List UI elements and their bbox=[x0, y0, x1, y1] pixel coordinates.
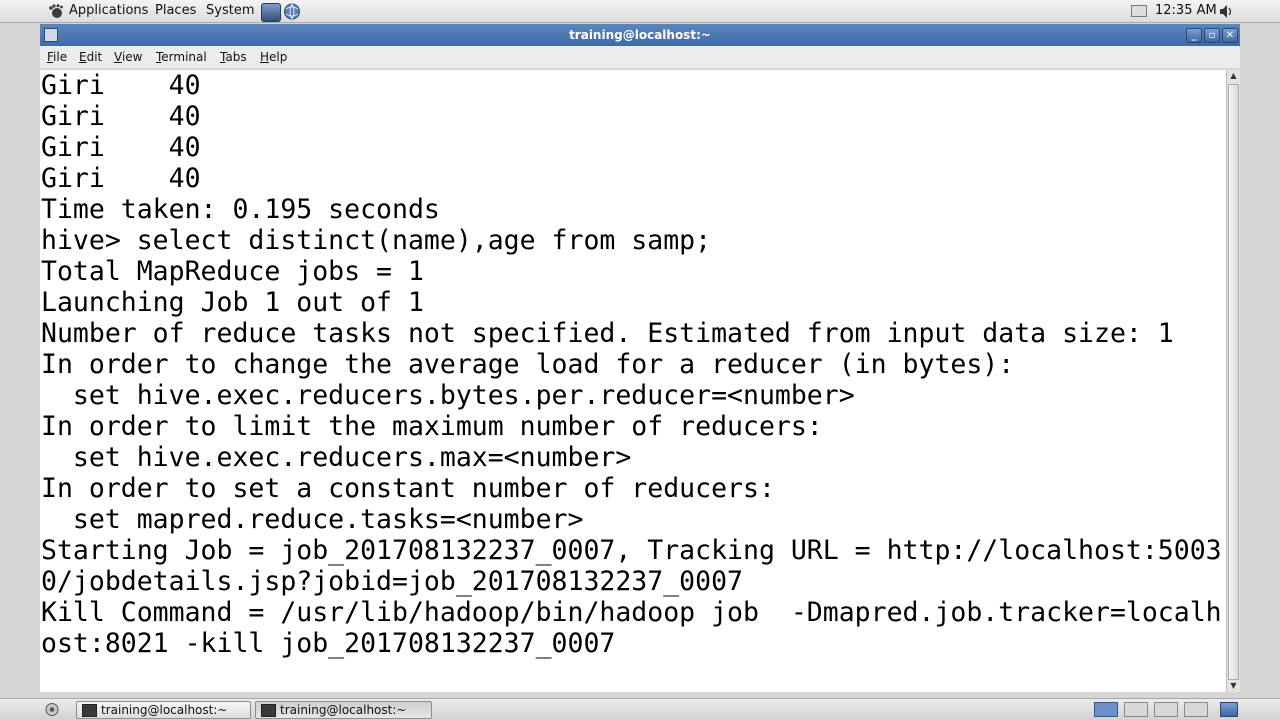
workspace-4[interactable] bbox=[1184, 702, 1208, 717]
menu-bar: File Edit View Terminal Tabs Help bbox=[40, 46, 1240, 68]
terminal-line: Number of reduce tasks not specified. Es… bbox=[41, 318, 1174, 349]
menu-terminal[interactable]: Terminal bbox=[156, 50, 207, 64]
vertical-scrollbar[interactable]: ▲ ▼ bbox=[1226, 70, 1240, 692]
terminal-line: set mapred.reduce.tasks=<number> bbox=[41, 504, 584, 535]
volume-icon[interactable] bbox=[1219, 4, 1233, 19]
top-panel: Applications Places System 12:35 AM bbox=[0, 0, 1280, 23]
taskbar-item-label: training@localhost:~ bbox=[101, 703, 228, 717]
window-menu-icon[interactable] bbox=[44, 28, 58, 42]
terminal-line: Kill Command = /usr/lib/hadoop/bin/hadoo… bbox=[41, 597, 1222, 628]
taskbar-item-active[interactable]: training@localhost:~ bbox=[255, 701, 432, 719]
web-browser-globe-icon[interactable] bbox=[283, 3, 301, 20]
taskbar-item-label: training@localhost:~ bbox=[280, 703, 407, 717]
keyboard-indicator-icon[interactable] bbox=[1131, 5, 1147, 17]
gnome-foot-icon bbox=[49, 4, 63, 18]
scroll-down-arrow-icon[interactable]: ▼ bbox=[1227, 680, 1240, 692]
terminal-line: set hive.exec.reducers.max=<number> bbox=[41, 442, 632, 473]
terminal-line: Starting Job = job_201708132237_0007, Tr… bbox=[41, 535, 1222, 566]
terminal-line: Time taken: 0.195 seconds bbox=[41, 194, 440, 225]
trash-icon[interactable] bbox=[1220, 702, 1238, 717]
show-desktop-icon[interactable] bbox=[44, 702, 60, 717]
terminal-icon bbox=[261, 704, 276, 717]
terminal-line: Launching Job 1 out of 1 bbox=[41, 287, 424, 318]
applications-menu[interactable]: Applications bbox=[69, 3, 148, 18]
terminal-line: 0/jobdetails.jsp?jobid=job_201708132237_… bbox=[41, 566, 743, 597]
terminal-line: In order to change the average load for … bbox=[41, 349, 1015, 380]
taskbar-item[interactable]: training@localhost:~ bbox=[76, 701, 251, 719]
window-title: training@localhost:~ bbox=[569, 28, 711, 42]
terminal-line: Giri 40 bbox=[41, 132, 201, 163]
menu-tabs[interactable]: Tabs bbox=[220, 50, 247, 64]
menu-view[interactable]: View bbox=[114, 50, 142, 64]
terminal-line: In order to set a constant number of red… bbox=[41, 473, 775, 504]
terminal-line: set hive.exec.reducers.bytes.per.reducer… bbox=[41, 380, 855, 411]
terminal-launcher-icon[interactable] bbox=[261, 3, 281, 22]
bottom-panel: training@localhost:~ training@localhost:… bbox=[0, 698, 1280, 720]
terminal-line: Giri 40 bbox=[41, 101, 201, 132]
terminal-line: Giri 40 bbox=[41, 163, 201, 194]
maximize-button[interactable]: ▫ bbox=[1204, 28, 1220, 43]
terminal-line: Total MapReduce jobs = 1 bbox=[41, 256, 424, 287]
clock[interactable]: 12:35 AM bbox=[1155, 3, 1217, 18]
minimize-button[interactable]: _ bbox=[1186, 28, 1202, 43]
workspace-3[interactable] bbox=[1154, 702, 1178, 717]
workspace-2[interactable] bbox=[1124, 702, 1148, 717]
terminal-line: Giri 40 bbox=[41, 70, 201, 101]
terminal-icon bbox=[82, 704, 97, 717]
terminal-line: In order to limit the maximum number of … bbox=[41, 411, 823, 442]
terminal-output[interactable]: Giri 40 Giri 40 Giri 40 Giri 40 Time tak… bbox=[40, 70, 1226, 692]
menu-edit[interactable]: Edit bbox=[79, 50, 102, 64]
terminal-line: hive> select distinct(name),age from sam… bbox=[41, 225, 712, 256]
terminal-line: ost:8021 -kill job_201708132237_0007 bbox=[41, 628, 616, 659]
close-button[interactable]: ✕ bbox=[1222, 28, 1238, 43]
places-menu[interactable]: Places bbox=[155, 3, 196, 18]
menu-file[interactable]: File bbox=[47, 50, 67, 64]
window-titlebar[interactable]: training@localhost:~ _ ▫ ✕ bbox=[40, 24, 1240, 46]
scrollbar-thumb[interactable] bbox=[1228, 84, 1239, 680]
menu-help[interactable]: Help bbox=[260, 50, 287, 64]
system-menu[interactable]: System bbox=[206, 3, 254, 18]
scroll-up-arrow-icon[interactable]: ▲ bbox=[1227, 70, 1240, 82]
workspace-1[interactable] bbox=[1094, 702, 1118, 717]
